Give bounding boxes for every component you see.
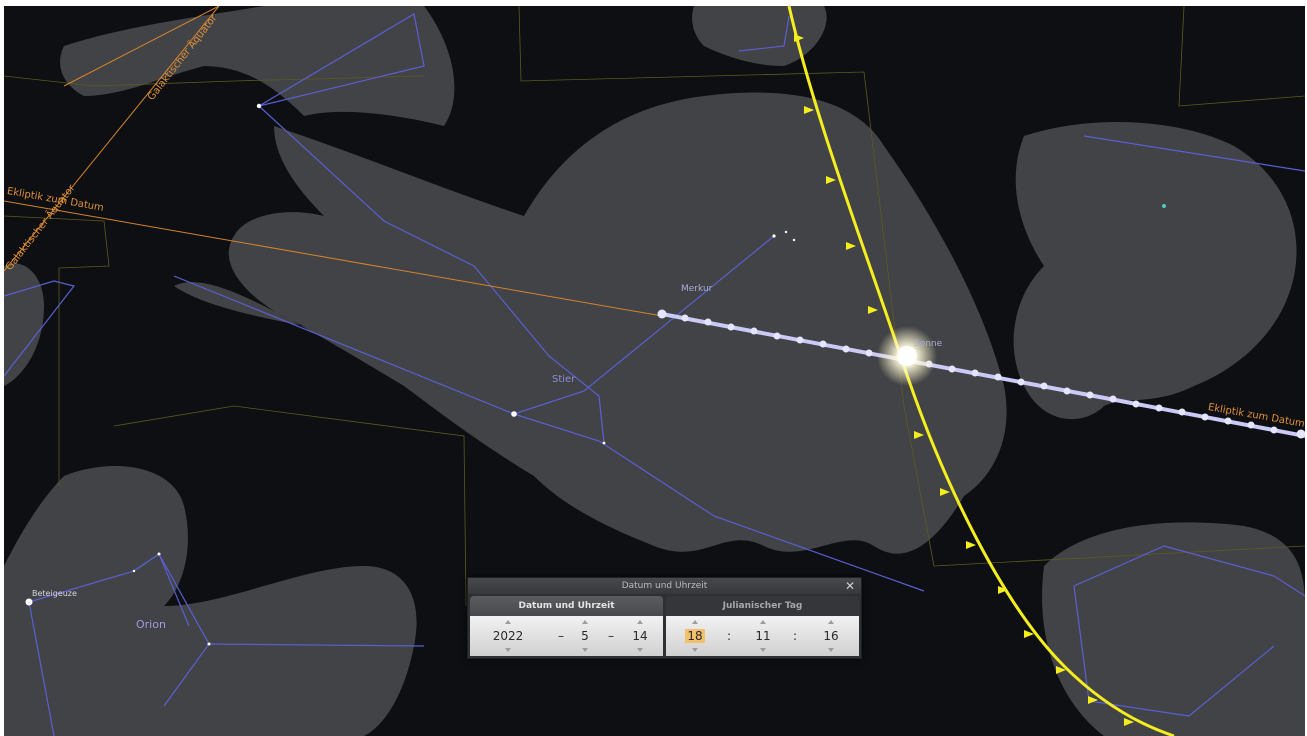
upper-right-artwork	[692, 6, 827, 66]
mercury-label: Merkur	[681, 284, 713, 294]
taurus-label: Stier	[552, 374, 576, 385]
year-value: 2022	[492, 629, 524, 643]
time-separator: :	[792, 629, 798, 643]
taurus-artwork	[174, 92, 1007, 554]
dialog-titlebar[interactable]: Datum und Uhrzeit	[468, 578, 861, 594]
second-down-arrow-icon[interactable]	[828, 648, 834, 652]
minute-down-arrow-icon[interactable]	[760, 648, 766, 652]
month-spinbox[interactable]: 5	[570, 616, 600, 656]
hour-down-arrow-icon[interactable]	[692, 648, 698, 652]
upper-figure-artwork	[60, 6, 455, 126]
date-panel: 2022 – 5 – 14	[470, 616, 663, 656]
minute-up-arrow-icon[interactable]	[760, 620, 766, 624]
day-spinbox[interactable]: 14	[622, 616, 658, 656]
hour-up-arrow-icon[interactable]	[692, 620, 698, 624]
date-time-dialog: Datum und Uhrzeit ✕ Datum und Uhrzeit Ju…	[467, 577, 862, 659]
date-separator: –	[608, 629, 614, 643]
tab-julian-day[interactable]: Julianischer Tag	[666, 596, 859, 616]
betelgeuse-label: Beteigeuze	[32, 589, 77, 598]
tab-date-time[interactable]: Datum und Uhrzeit	[470, 596, 663, 616]
minute-spinbox[interactable]: 11	[748, 616, 778, 656]
orion-artwork	[4, 466, 417, 736]
hour-value: 18	[685, 629, 705, 643]
cetus-artwork	[1042, 522, 1305, 736]
month-up-arrow-icon[interactable]	[582, 620, 588, 624]
second-up-arrow-icon[interactable]	[828, 620, 834, 624]
sun-label: Sonne	[914, 339, 943, 349]
day-value: 14	[632, 629, 648, 643]
time-separator: :	[726, 629, 732, 643]
time-panel: 18 : 11 : 16	[666, 616, 859, 656]
minute-value: 11	[755, 629, 771, 643]
month-value: 5	[581, 629, 589, 643]
date-separator: –	[558, 629, 564, 643]
year-up-arrow-icon[interactable]	[505, 620, 511, 624]
year-spinbox[interactable]: 2022	[484, 616, 532, 656]
month-down-arrow-icon[interactable]	[582, 648, 588, 652]
day-up-arrow-icon[interactable]	[637, 620, 643, 624]
dialog-title: Datum und Uhrzeit	[621, 581, 708, 591]
day-down-arrow-icon[interactable]	[637, 648, 643, 652]
close-icon[interactable]: ✕	[844, 579, 856, 593]
aries-artwork	[1013, 122, 1297, 420]
second-value: 16	[823, 629, 839, 643]
year-down-arrow-icon[interactable]	[505, 648, 511, 652]
orion-label: Orion	[136, 618, 166, 631]
second-spinbox[interactable]: 16	[814, 616, 848, 656]
hour-spinbox[interactable]: 18	[680, 616, 710, 656]
